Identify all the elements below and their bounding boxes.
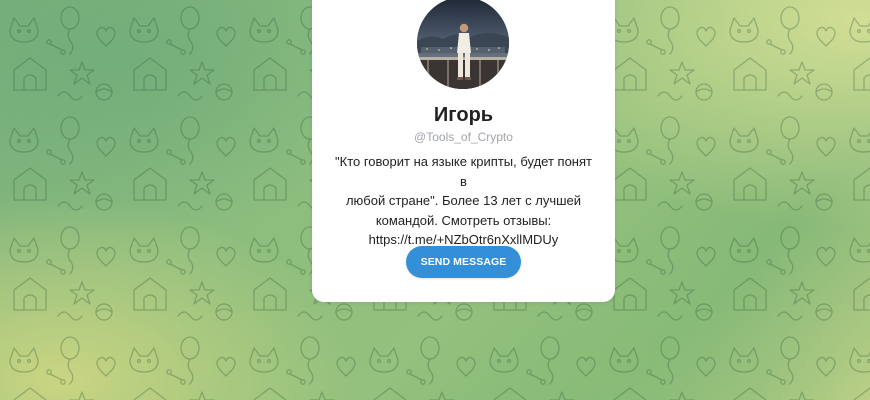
profile-username: @Tools_of_Crypto [414,130,513,144]
profile-name: Игорь [433,104,494,126]
avatar [417,0,509,89]
avatar-photo [417,0,509,89]
send-message-button[interactable]: SEND MESSAGE [406,246,521,278]
profile-bio: "Кто говорит на языке крипты, будет поня… [335,154,592,247]
profile-card: Игорь @Tools_of_Crypto "Кто говорит на я… [312,0,615,302]
